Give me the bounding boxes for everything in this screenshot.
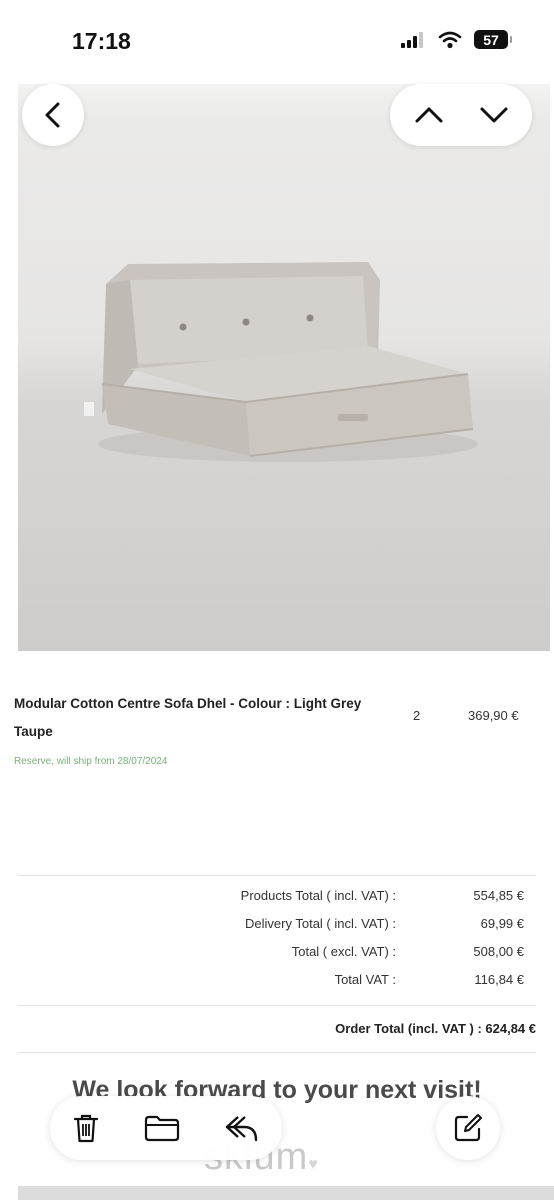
folder-icon[interactable] — [144, 1114, 180, 1142]
status-time: 17:18 — [72, 28, 131, 54]
chevron-down-icon[interactable] — [479, 105, 509, 125]
product-name[interactable]: Modular Cotton Centre Sofa Dhel - Colour… — [14, 690, 389, 746]
total-value: 508,00 € — [473, 944, 524, 959]
divider — [18, 875, 536, 876]
total-value: 69,99 € — [480, 916, 524, 931]
totals-row: Delivery Total ( incl. VAT) : 69,99 € — [0, 916, 554, 944]
product-image — [18, 84, 550, 651]
heart-icon: ♥ — [308, 1156, 319, 1173]
chevron-up-icon[interactable] — [414, 105, 444, 125]
total-label: Delivery Total ( incl. VAT) : — [245, 916, 396, 931]
product-price: 369,90 € — [468, 708, 519, 723]
message-nav — [390, 84, 532, 146]
trash-icon[interactable] — [72, 1112, 100, 1144]
total-label: Products Total ( incl. VAT) : — [240, 888, 396, 903]
reserve-note: Reserve, will ship from 28/07/2024 — [14, 756, 168, 767]
totals-row: Total VAT : 116,84 € — [0, 972, 554, 1000]
battery-icon: 57 — [474, 30, 512, 49]
compose-button[interactable] — [436, 1096, 500, 1160]
totals-table: Products Total ( incl. VAT) : 554,85 € D… — [0, 888, 554, 1000]
total-label: Total ( excl. VAT) : — [291, 944, 396, 959]
signal-icon — [400, 31, 426, 48]
divider — [18, 1052, 536, 1053]
totals-row: Total ( excl. VAT) : 508,00 € — [0, 944, 554, 972]
footer-strip — [18, 1186, 554, 1200]
totals-row: Products Total ( incl. VAT) : 554,85 € — [0, 888, 554, 916]
divider — [18, 1005, 536, 1006]
total-value: 554,85 € — [473, 888, 524, 903]
compose-icon — [453, 1113, 483, 1143]
product-quantity: 2 — [413, 708, 421, 723]
product-line: Modular Cotton Centre Sofa Dhel - Colour… — [14, 690, 554, 767]
chevron-left-icon — [42, 102, 64, 128]
reply-icon[interactable] — [224, 1113, 260, 1143]
mail-toolbar — [50, 1096, 282, 1160]
wifi-icon — [438, 31, 462, 49]
total-label: Total VAT : — [334, 972, 396, 987]
status-icons: 57 — [400, 30, 512, 49]
status-bar: 17:18 57 — [0, 0, 554, 84]
back-button[interactable] — [22, 84, 84, 146]
order-total: Order Total (incl. VAT ) : 624,84 € — [335, 1021, 536, 1036]
total-value: 116,84 € — [474, 972, 524, 987]
